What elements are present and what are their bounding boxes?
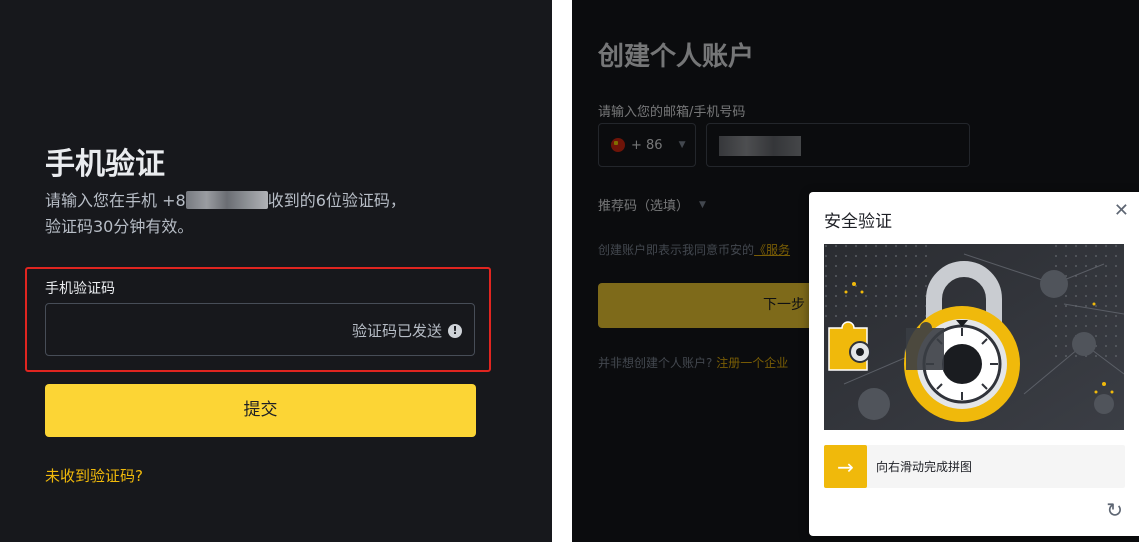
refresh-icon[interactable]: ↻	[1106, 498, 1123, 522]
verification-description: 请输入您在手机 +8 收到的6位验证码， 验证码30分钟有效。	[45, 191, 406, 236]
verification-code-input[interactable]	[46, 304, 340, 355]
padlock-puzzle-illustration	[824, 244, 1124, 430]
puzzle-image	[824, 244, 1124, 430]
code-sent-status: 验证码已发送 !	[352, 320, 462, 341]
slider-handle[interactable]: →	[824, 445, 867, 488]
page-title: 手机验证	[45, 147, 165, 182]
puzzle-slider[interactable]: → 向右滑动完成拼图	[824, 445, 1125, 488]
verification-code-field[interactable]: 验证码已发送 !	[45, 303, 475, 356]
info-icon[interactable]: !	[448, 323, 462, 338]
redacted-phone-number	[185, 191, 268, 209]
code-field-label: 手机验证码	[45, 281, 115, 297]
code-not-received-link[interactable]: 未收到验证码?	[45, 465, 143, 486]
puzzle-piece	[828, 321, 871, 371]
modal-title: 安全验证	[824, 212, 892, 232]
close-icon[interactable]: ✕	[1114, 201, 1129, 221]
arrow-right-icon: →	[837, 454, 854, 479]
slider-instruction: 向右滑动完成拼图	[876, 460, 973, 474]
security-verification-modal: 安全验证 ✕ → 向右滑动完成拼图 ↻	[809, 192, 1139, 536]
submit-button[interactable]: 提交	[45, 384, 476, 437]
phone-verification-panel: 手机验证 请输入您在手机 +8 收到的6位验证码， 验证码30分钟有效。 手机验证…	[0, 0, 552, 542]
